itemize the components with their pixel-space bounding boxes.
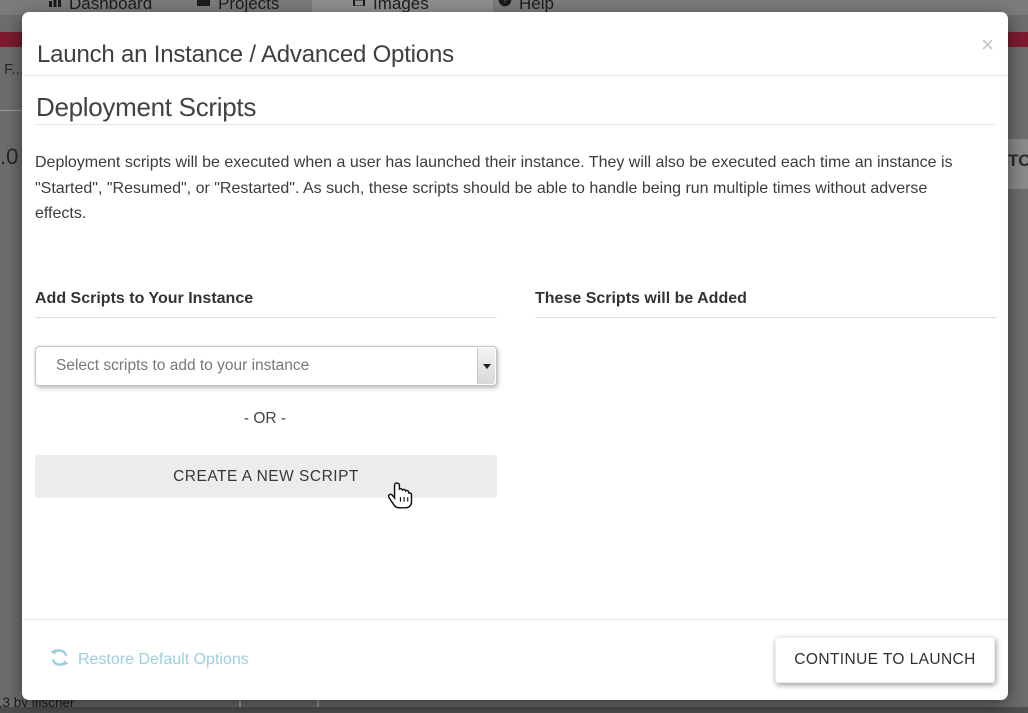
tab-help[interactable]: ? Help — [498, 0, 554, 12]
tab-projects-label: Projects — [218, 0, 279, 12]
tab-dashboard[interactable]: Dashboard — [48, 0, 152, 12]
added-scripts-column-header: These Scripts will be Added — [535, 290, 747, 308]
background-divider-fragment — [0, 110, 22, 111]
add-scripts-column-divider — [35, 317, 497, 318]
restore-default-options-label: Restore Default Options — [78, 651, 249, 669]
tab-projects[interactable]: Projects — [196, 0, 279, 12]
continue-to-launch-button[interactable]: CONTINUE TO LAUNCH — [775, 637, 995, 683]
background-table-border — [317, 699, 319, 707]
floppy-icon — [352, 0, 366, 12]
tab-images-label: Images — [373, 0, 429, 12]
svg-text:?: ? — [502, 0, 507, 5]
refresh-icon — [50, 648, 69, 672]
modal-title: Launch an Instance / Advanced Options — [37, 41, 454, 69]
background-table-border — [239, 699, 241, 707]
or-separator: - OR - — [35, 410, 495, 428]
background-text-fragment: .0 — [0, 144, 18, 170]
restore-default-options-link[interactable]: Restore Default Options — [50, 648, 249, 672]
section-description: Deployment scripts will be executed when… — [35, 150, 957, 227]
folder-icon — [196, 0, 211, 12]
added-scripts-column-divider — [535, 317, 997, 318]
section-heading-divider — [35, 124, 995, 125]
background-table-band — [0, 707, 1028, 713]
add-scripts-column-header: Add Scripts to Your Instance — [35, 290, 253, 308]
background-text-fragment: F... — [4, 61, 24, 78]
modal-header-divider — [22, 75, 1008, 76]
screen: Dashboard Projects Images ? Help F... .0… — [0, 0, 1028, 713]
chevron-down-icon[interactable] — [477, 348, 495, 384]
tab-dashboard-label: Dashboard — [69, 0, 152, 12]
scripts-select-placeholder: Select scripts to add to your instance — [56, 347, 309, 385]
tab-images[interactable]: Images — [352, 0, 429, 12]
question-circle-icon: ? — [498, 0, 512, 12]
advanced-options-modal: Launch an Instance / Advanced Options × … — [22, 12, 1008, 700]
scripts-select[interactable]: Select scripts to add to your instance — [35, 346, 497, 386]
bar-chart-icon — [48, 0, 62, 12]
section-heading: Deployment Scripts — [36, 92, 256, 123]
background-text-fragment: TO — [1008, 151, 1028, 171]
modal-footer-divider — [22, 619, 1008, 620]
tab-help-label: Help — [519, 0, 554, 12]
create-new-script-button[interactable]: CREATE A NEW SCRIPT — [35, 455, 497, 498]
close-icon[interactable]: × — [981, 34, 994, 56]
